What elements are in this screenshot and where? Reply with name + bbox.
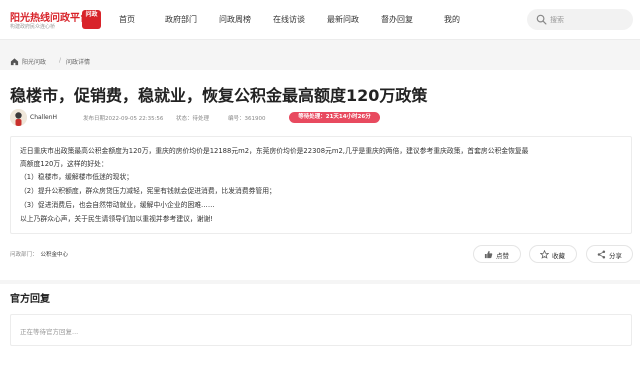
post-meta: ChallenH 发布日期2022-09-05 22:35:56 状态：待处理 … bbox=[10, 109, 630, 127]
post-number: 编号：361900 bbox=[228, 116, 266, 122]
avatar[interactable] bbox=[10, 109, 27, 126]
top-navigation-bar: 阳光热线问政平台 问政 构建政府民众连心桥 首页 政府部门 问政周榜 在线访谈 … bbox=[0, 0, 640, 40]
author-name[interactable]: ChallenH bbox=[30, 114, 57, 121]
nav-online-interviews[interactable]: 在线访谈 bbox=[273, 14, 305, 25]
logo-title: 阳光热线问政平台 bbox=[10, 13, 90, 24]
favorite-button[interactable]: 收藏 bbox=[529, 245, 577, 263]
content-line: 以上乃群众心声，关于民生请领导们加以重视并参考建议，谢谢! bbox=[20, 215, 214, 223]
star-icon bbox=[540, 250, 549, 259]
department-row: 问政部门： 公积金中心 bbox=[10, 250, 68, 258]
reply-waiting-text: 正在等待官方回复... bbox=[20, 328, 79, 336]
share-icon bbox=[597, 250, 606, 259]
department-link[interactable]: 公积金中心 bbox=[41, 252, 69, 258]
content-line: （2）提升公积额度，群众房贷压力减轻，宪里有钱就会促进消费，比发消费券管用； bbox=[20, 187, 276, 195]
logo-badge: 问政 bbox=[82, 10, 101, 29]
post-content: 近日重庆市出政策最高公积金额度为120万，重庆的房价均价是12188元m2，东莞… bbox=[10, 136, 632, 234]
official-reply-title: 官方回复 bbox=[10, 294, 50, 305]
official-reply-box: 正在等待官方回复... bbox=[10, 314, 632, 346]
search-icon bbox=[536, 14, 547, 25]
breadcrumb-item-sunshine[interactable]: 阳光问政 bbox=[22, 57, 46, 66]
like-button[interactable]: 点赞 bbox=[473, 245, 521, 263]
content-line: （3）促进消费后，也会自然带动就业，缓解中小企业的困难…… bbox=[20, 201, 215, 209]
share-button[interactable]: 分享 bbox=[586, 245, 633, 263]
nav-latest-inquiries[interactable]: 最新问政 bbox=[327, 14, 359, 25]
logo-subtitle: 构建政府民众连心桥 bbox=[10, 24, 56, 30]
inquiry-card: 稳楼市，促销费，稳就业，恢复公积金最高额度120万政策 ChallenH 发布日… bbox=[0, 70, 640, 280]
page-title: 稳楼市，促销费，稳就业，恢复公积金最高额度120万政策 bbox=[10, 86, 428, 105]
nav-home[interactable]: 首页 bbox=[119, 14, 135, 25]
nav-government-departments[interactable]: 政府部门 bbox=[165, 14, 197, 25]
department-label: 问政部门： bbox=[10, 252, 38, 258]
search-placeholder: 搜索 bbox=[550, 16, 564, 24]
nav-supervised-replies[interactable]: 督办回复 bbox=[381, 14, 413, 25]
publish-time: 发布日期2022-09-05 22:35:56 bbox=[83, 116, 164, 122]
breadcrumb-separator: / bbox=[59, 57, 62, 64]
site-logo[interactable]: 阳光热线问政平台 问政 构建政府民众连心桥 bbox=[10, 9, 101, 33]
content-line: 近日重庆市出政策最高公积金额度为120万，重庆的房价均价是12188元m2，东莞… bbox=[20, 147, 529, 155]
official-reply-section: 官方回复 正在等待官方回复... bbox=[0, 284, 640, 366]
nav-weekly-ranking[interactable]: 问政周榜 bbox=[219, 14, 251, 25]
favorite-label: 收藏 bbox=[552, 252, 565, 260]
post-status: 状态：待处理 bbox=[176, 116, 210, 122]
search-input[interactable]: 搜索 bbox=[527, 9, 633, 30]
nav-mine[interactable]: 我的 bbox=[444, 14, 460, 25]
thumbs-up-icon bbox=[484, 250, 493, 259]
content-line: 高额度120万，这样的好处： bbox=[20, 160, 108, 168]
waiting-time-badge: 等待处理：21天14小时26分 bbox=[289, 112, 380, 123]
share-label: 分享 bbox=[609, 252, 622, 260]
like-label: 点赞 bbox=[496, 252, 509, 260]
user-avatar-icon bbox=[10, 109, 27, 126]
home-icon bbox=[10, 58, 19, 66]
breadcrumb-item-detail: 问政详情 bbox=[66, 59, 91, 66]
content-line: （1）稳楼市，缓解楼市低迷的现状； bbox=[20, 173, 134, 181]
